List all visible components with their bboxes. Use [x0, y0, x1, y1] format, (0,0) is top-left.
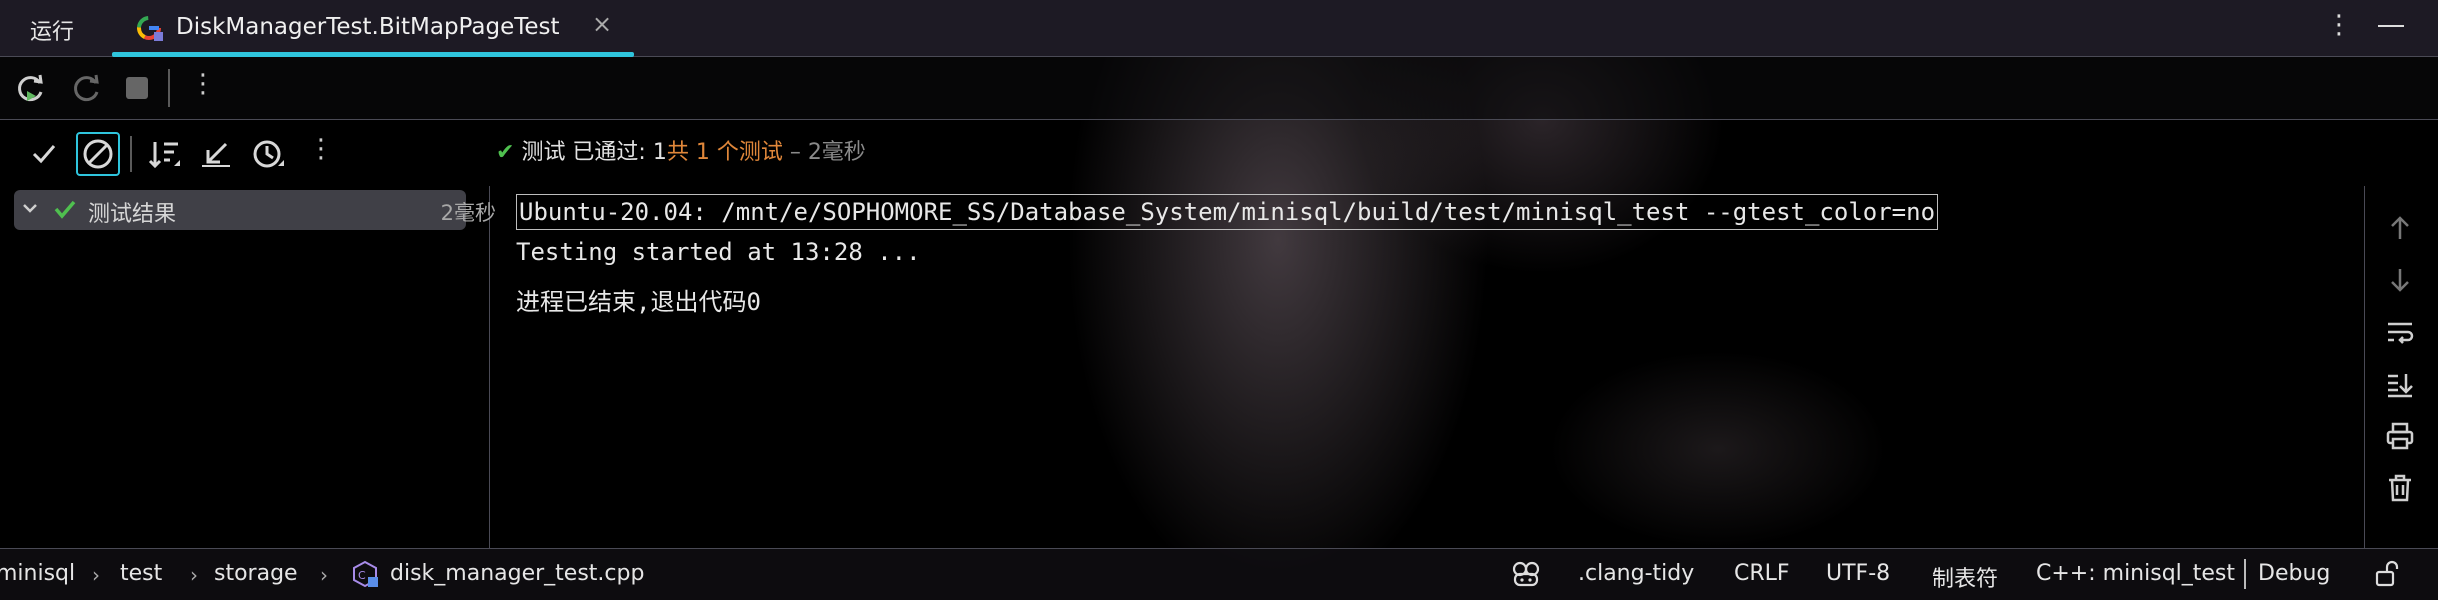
passed-check-icon [54, 200, 76, 219]
indent-selector[interactable]: 制表符 [1932, 561, 1998, 593]
rerun-failed-icon[interactable] [70, 71, 104, 105]
passed-check-icon: ✔ [496, 140, 515, 165]
cpp-file-icon: C [353, 560, 378, 588]
trash-icon[interactable] [2384, 472, 2416, 504]
close-tab-icon[interactable]: × [592, 10, 612, 38]
status-separator [2244, 559, 2246, 589]
collapse-all-icon[interactable] [198, 136, 234, 172]
console-line-exit: 进程已结束,退出代码0 [516, 288, 761, 316]
test-toolbar-more-icon[interactable]: ⋮ [308, 134, 334, 164]
test-tree-duration: 2毫秒 [440, 201, 496, 225]
clang-tidy-status[interactable]: .clang-tidy [1578, 561, 1694, 586]
run-toolbar: ⋮ [0, 57, 2438, 120]
status-passed-text: 测试 已通过: 1 [521, 140, 667, 165]
breadcrumb-file[interactable]: disk_manager_test.cpp [390, 561, 644, 586]
line-ending-selector[interactable]: CRLF [1734, 561, 1790, 586]
more-options-icon[interactable]: ⋮ [2326, 10, 2352, 40]
encoding-selector[interactable]: UTF-8 [1826, 561, 1890, 586]
console-line-command: Ubuntu-20.04: /mnt/e/SOPHOMORE_SS/Databa… [516, 194, 1939, 230]
status-bar: minisql › test › storage › C disk_manage… [0, 548, 2438, 600]
run-tool-window-label: 运行 [30, 20, 75, 45]
arrow-down-icon[interactable] [2384, 264, 2416, 296]
breadcrumb-storage[interactable]: storage [214, 561, 298, 586]
breadcrumb-test[interactable]: test [120, 561, 162, 586]
test-tree-root[interactable]: 测试结果 2毫秒 [14, 190, 496, 230]
arrow-up-icon[interactable] [2384, 212, 2416, 244]
test-status-summary: ✔ 测试 已通过: 1共 1 个测试 – 2毫秒 [496, 134, 866, 166]
status-total-text: 共 1 个测试 [666, 140, 783, 165]
print-icon[interactable] [2384, 420, 2416, 452]
test-tree-label: 测试结果 [88, 202, 177, 227]
tab-test-config[interactable]: DiskManagerTest.BitMapPageTest × [112, 0, 634, 57]
tab-title: DiskManagerTest.BitMapPageTest [176, 14, 560, 40]
toolbar-separator [130, 136, 132, 172]
run-tab-bar: 运行 DiskManagerTest.BitMapPageTest × ⋮ [0, 0, 2438, 57]
minimize-icon[interactable] [2378, 25, 2404, 27]
console-line-started: Testing started at 13:28 ... [516, 238, 921, 266]
toolbar-separator [168, 69, 170, 107]
console-output[interactable]: Ubuntu-20.04: /mnt/e/SOPHOMORE_SS/Databa… [490, 186, 2365, 548]
show-passed-icon[interactable] [26, 136, 62, 172]
toolbar-more-icon[interactable]: ⋮ [190, 69, 216, 99]
google-test-icon [137, 16, 163, 41]
rerun-icon[interactable] [14, 71, 48, 105]
chevron-down-icon[interactable] [20, 198, 40, 218]
test-tree-panel: 测试结果 2毫秒 [0, 186, 496, 548]
build-config-selector[interactable]: Debug [2258, 561, 2330, 586]
show-ignored-icon[interactable] [76, 132, 120, 176]
lock-icon[interactable] [2372, 559, 2402, 589]
ai-assistant-icon[interactable] [1510, 559, 1542, 589]
soft-wrap-icon[interactable] [2384, 316, 2416, 348]
scroll-to-end-icon[interactable] [2384, 368, 2416, 400]
stop-icon[interactable] [120, 71, 154, 105]
breadcrumb-chevron-icon: › [92, 563, 100, 587]
history-icon[interactable] [250, 136, 286, 172]
breadcrumb-project[interactable]: minisql [0, 561, 75, 586]
sort-icon[interactable] [146, 136, 182, 172]
svg-text:C: C [358, 569, 366, 582]
breadcrumb-chevron-icon: › [320, 563, 328, 587]
test-toolbar: ⋮ ✔ 测试 已通过: 1共 1 个测试 – 2毫秒 [0, 120, 2438, 186]
breadcrumb-chevron-icon: › [190, 563, 198, 587]
status-time-text: – 2毫秒 [782, 140, 866, 165]
context-selector[interactable]: C++: minisql_test [2036, 561, 2235, 586]
